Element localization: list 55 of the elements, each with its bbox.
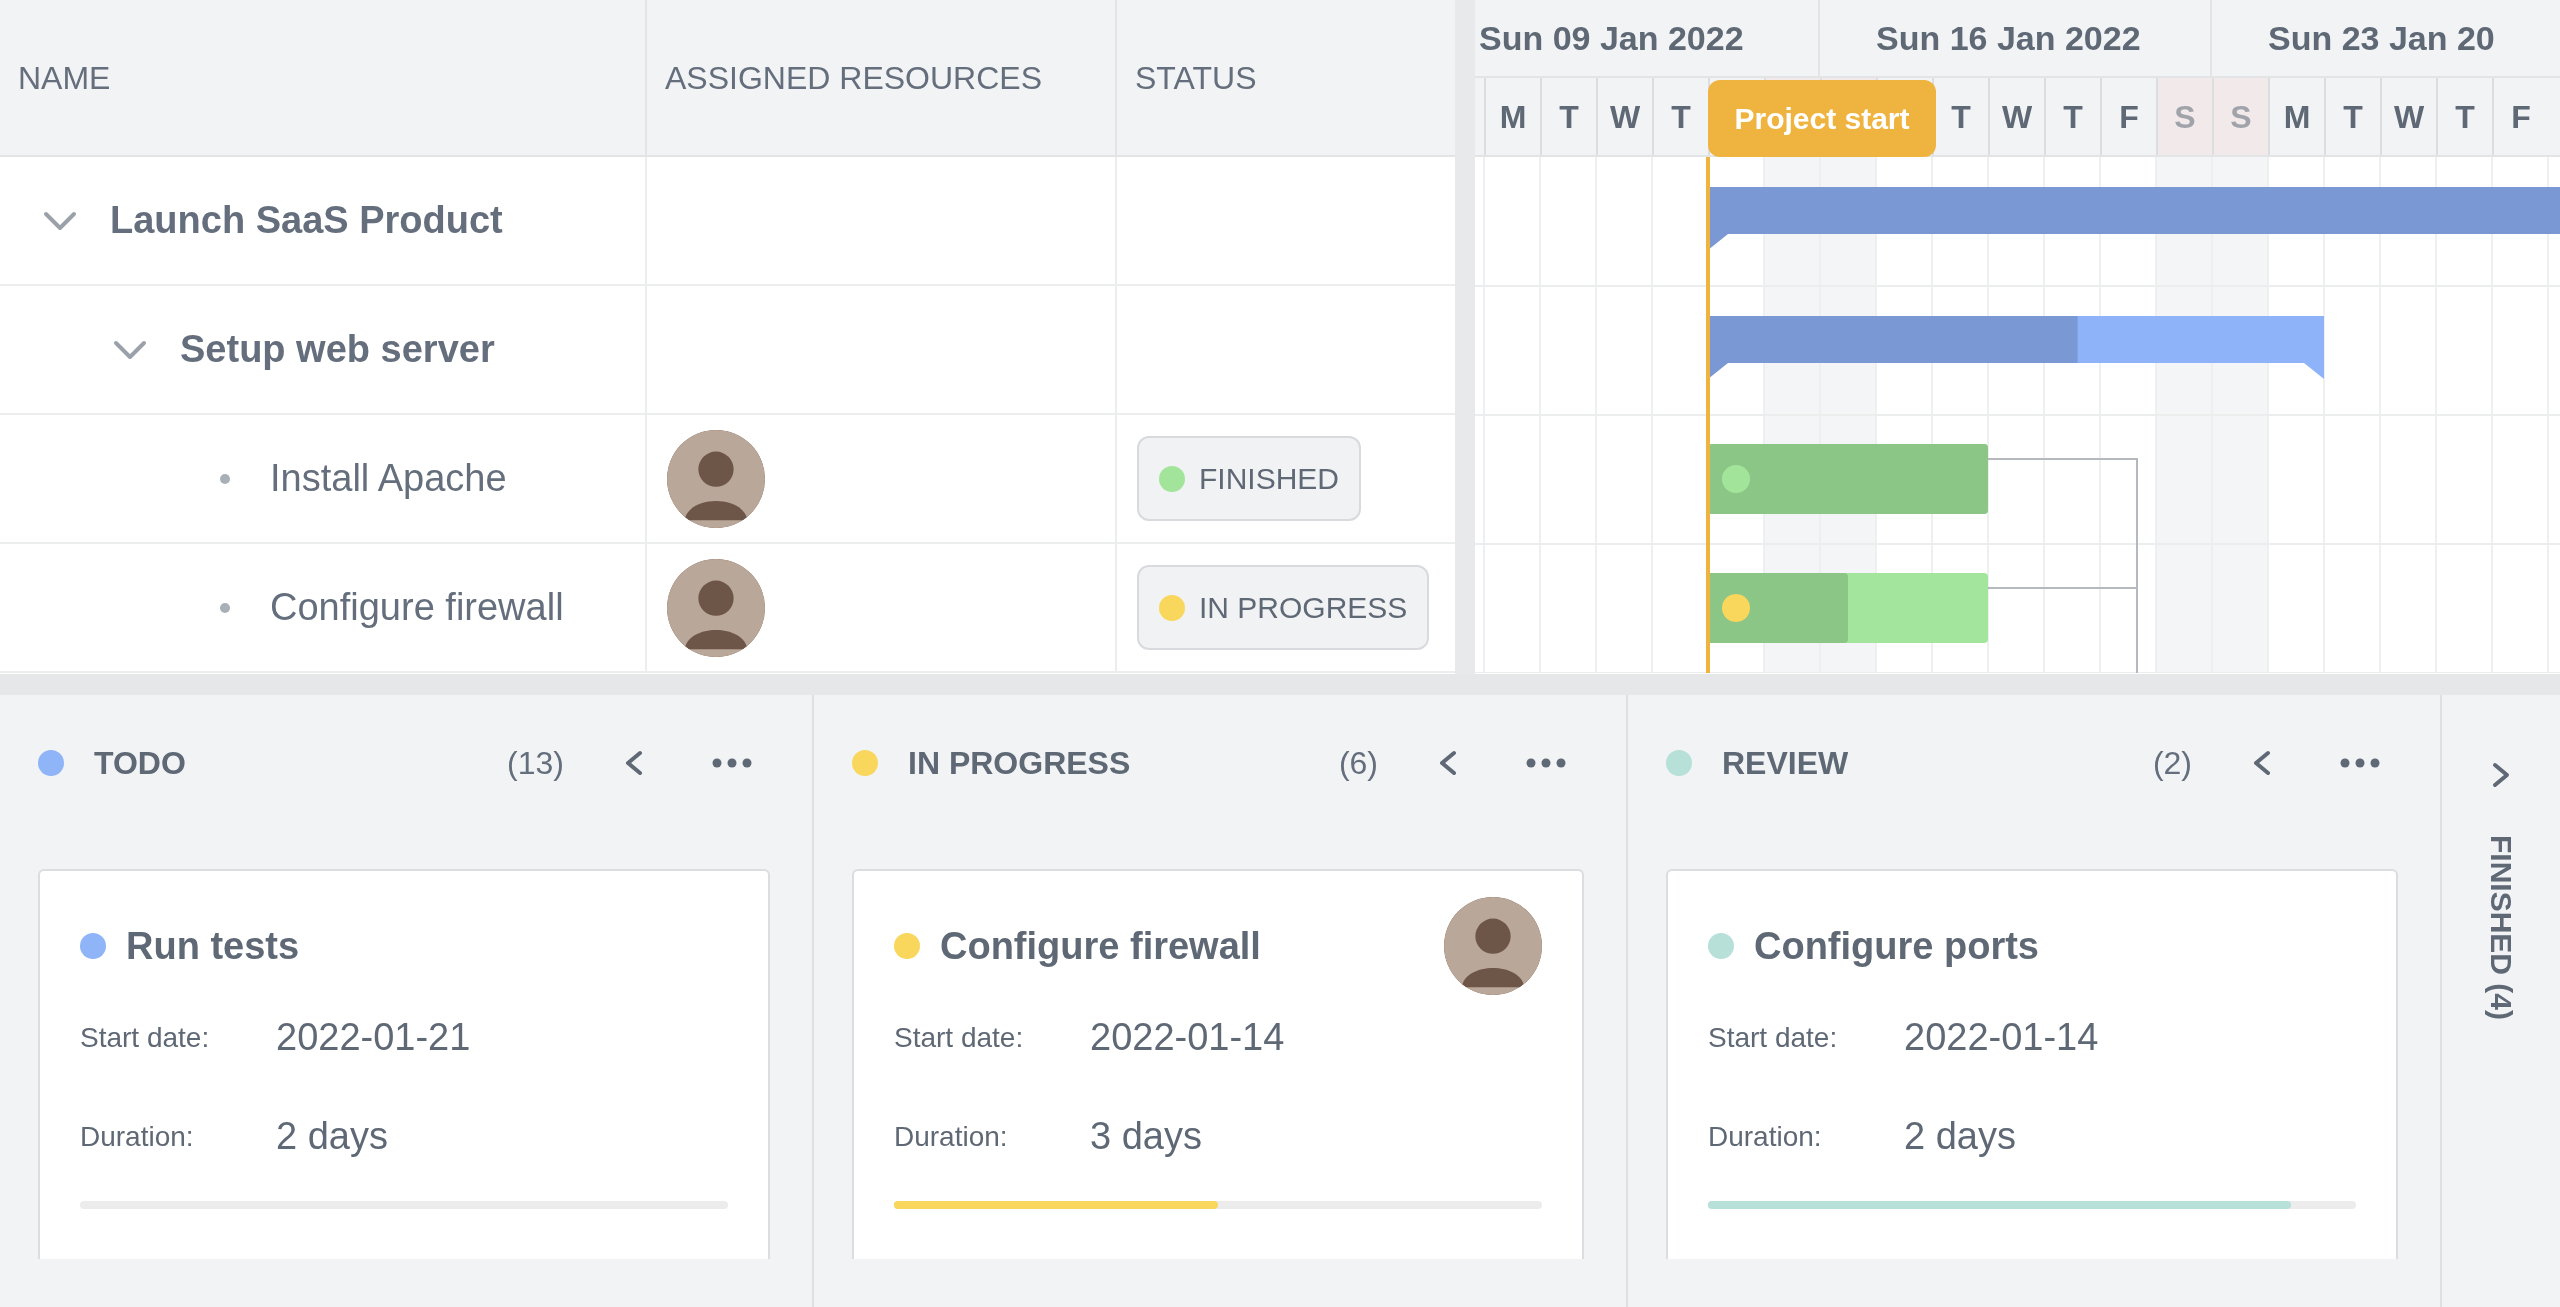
day-header: T (1540, 78, 1596, 155)
row-name: Install Apache (270, 456, 507, 501)
bullet-icon (220, 473, 230, 484)
day-header: M (1484, 78, 1540, 155)
bullet-icon (220, 602, 230, 613)
field-value: 2 days (1904, 1114, 2016, 1159)
day-header: S (2156, 78, 2212, 155)
column-title: IN PROGRESS (908, 744, 1132, 783)
week-header: Sun 09 Jan 2022 (1475, 0, 1820, 76)
field-label: Duration: (1708, 1119, 1823, 1154)
day-header: S (2212, 78, 2268, 155)
row-name: Launch SaaS Product (110, 198, 503, 243)
task-card[interactable]: Configure ports Start date: 2022-01-14 Duration: 2 days (1666, 869, 2398, 1259)
field-value: 2022-01-21 (276, 1015, 471, 1060)
field-label: Start date: (1708, 1020, 1839, 1055)
day-header: W (1988, 78, 2044, 155)
week-header: Sun 16 Jan 2022 (1820, 0, 2212, 76)
column-header[interactable]: NAME (0, 0, 647, 155)
day-header: M (2268, 78, 2324, 155)
row-name: Setup web server (180, 327, 495, 372)
field-label: Start date: (80, 1020, 211, 1055)
day-header: T (2044, 78, 2100, 155)
column-header[interactable]: ASSIGNED RESOURCES (647, 0, 1117, 155)
day-header: T (2436, 78, 2492, 155)
more-icon[interactable] (712, 758, 752, 768)
more-icon[interactable] (1526, 758, 1566, 768)
column-header[interactable]: STATUS (1117, 0, 1455, 155)
status-badge: FINISHED (1137, 436, 1361, 521)
field-value: 2022-01-14 (1904, 1015, 2099, 1060)
column-count: (13) (507, 744, 564, 783)
row-name: Configure firewall (270, 585, 564, 630)
column-title[interactable]: FINISHED (4) (2478, 835, 2524, 1020)
card-title: Configure ports (1754, 923, 2040, 969)
card-title: Run tests (126, 923, 301, 969)
field-value: 2022-01-14 (1090, 1015, 1285, 1060)
field-value: 3 days (1090, 1114, 1202, 1159)
task-card[interactable]: Run tests Start date: 2022-01-21 Duration: 2 days (38, 869, 770, 1259)
column-count: (2) (2152, 744, 2192, 783)
day-header: T (2324, 78, 2380, 155)
field-label: Duration: (80, 1119, 195, 1154)
week-header: Sun 23 Jan 20 (2267, 17, 2496, 59)
field-label: Duration: (894, 1119, 1009, 1154)
status-badge: IN PROGRESS (1137, 565, 1430, 650)
card-title: Configure firewall (940, 923, 1262, 969)
field-label: Start date: (894, 1020, 1025, 1055)
day-header: W (2380, 78, 2436, 155)
column-title: TODO (94, 744, 187, 783)
day-header: W (1596, 78, 1652, 155)
more-icon[interactable] (2340, 758, 2380, 768)
column-title: REVIEW (1722, 744, 1850, 783)
day-header: F (2492, 78, 2548, 155)
field-value: 2 days (276, 1114, 388, 1159)
milestone-label: Project start (1708, 80, 1936, 157)
task-card[interactable]: Configure firewall Start date: 2022-01-14 Duration: 3 days (852, 869, 1584, 1259)
column-count: (6) (1338, 744, 1378, 783)
